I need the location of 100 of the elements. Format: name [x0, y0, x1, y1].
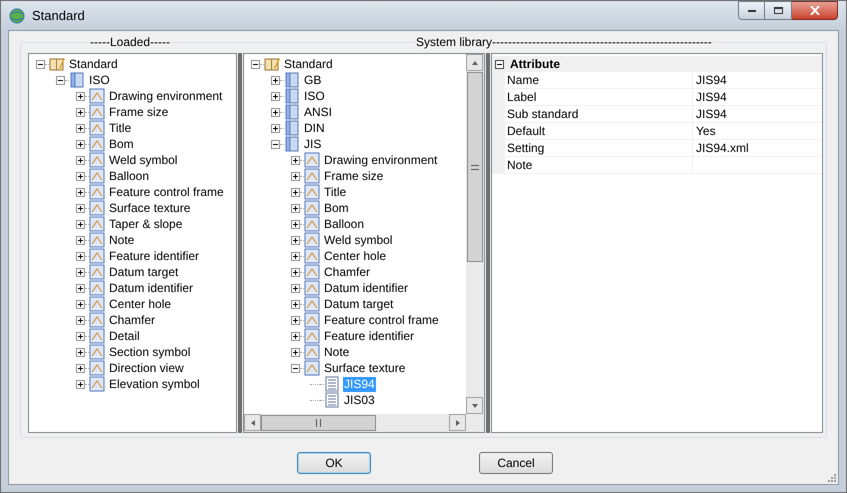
tree-item[interactable]: Detail	[108, 328, 141, 344]
splitter[interactable]	[485, 53, 491, 433]
expand-toggle[interactable]	[290, 268, 300, 276]
property-value[interactable]: JIS94	[693, 89, 822, 105]
vertical-scrollbar[interactable]	[466, 54, 484, 414]
expand-toggle[interactable]	[76, 220, 84, 228]
tree-item[interactable]: Weld symbol	[108, 152, 178, 168]
tree-item[interactable]: Note	[108, 232, 136, 248]
tree-item[interactable]: Note	[323, 344, 350, 360]
property-value[interactable]: JIS94	[693, 72, 822, 88]
expand-toggle[interactable]	[290, 316, 300, 324]
tree-item[interactable]: Frame size	[108, 104, 170, 120]
tree-item[interactable]: Standard	[283, 56, 334, 72]
tree-item[interactable]: Elevation symbol	[108, 376, 201, 392]
expand-toggle[interactable]	[290, 284, 300, 292]
tree-item[interactable]: Direction view	[108, 360, 185, 376]
tree-item[interactable]: Datum identifier	[323, 280, 410, 296]
tree-item[interactable]: Feature identifier	[108, 248, 200, 264]
expand-toggle[interactable]	[76, 252, 84, 260]
expand-toggle[interactable]	[76, 284, 84, 292]
tree-item[interactable]: Datum target	[323, 296, 394, 312]
expand-toggle[interactable]	[290, 332, 300, 340]
tree-item[interactable]: Center hole	[108, 296, 172, 312]
dialog-button[interactable]: Cancel	[479, 452, 553, 474]
expand-toggle[interactable]	[76, 364, 84, 372]
tree-item[interactable]: ISO	[88, 72, 111, 88]
scroll-right-button[interactable]	[449, 414, 466, 431]
tree-item[interactable]: Surface texture	[108, 200, 192, 216]
expand-toggle[interactable]	[76, 380, 84, 388]
expand-toggle[interactable]	[76, 300, 84, 308]
collapse-toggle[interactable]	[495, 60, 504, 68]
expand-toggle[interactable]	[290, 252, 300, 260]
tree-item[interactable]: Frame size	[323, 168, 384, 184]
tree-item[interactable]: JIS	[303, 136, 322, 152]
tree-item[interactable]: Section symbol	[108, 344, 192, 360]
collapse-toggle[interactable]	[56, 76, 64, 84]
tree-item[interactable]: Title	[323, 184, 348, 200]
expand-toggle[interactable]	[76, 316, 84, 324]
expand-toggle[interactable]	[76, 348, 84, 356]
tree-item[interactable]: Bom	[108, 136, 135, 152]
expand-toggle[interactable]	[290, 156, 300, 164]
expand-toggle[interactable]	[290, 204, 300, 212]
tree-item[interactable]: Balloon	[323, 216, 366, 232]
tree-item[interactable]: Surface texture	[323, 360, 406, 376]
expand-toggle[interactable]	[290, 188, 300, 196]
scroll-up-button[interactable]	[466, 54, 483, 71]
tree-item[interactable]: Drawing environment	[323, 152, 438, 168]
expand-toggle[interactable]	[76, 332, 84, 340]
scroll-left-button[interactable]	[244, 414, 261, 431]
expand-toggle[interactable]	[290, 300, 300, 308]
tree-item[interactable]: Feature control frame	[108, 184, 225, 200]
tree-item[interactable]: Datum identifier	[108, 280, 194, 296]
expand-toggle[interactable]	[290, 220, 300, 228]
maximize-button[interactable]	[765, 1, 792, 20]
expand-toggle[interactable]	[76, 188, 84, 196]
collapse-toggle[interactable]	[270, 140, 280, 148]
expand-toggle[interactable]	[290, 236, 300, 244]
horizontal-scrollbar[interactable]	[244, 414, 484, 432]
expand-toggle[interactable]	[76, 124, 84, 132]
expand-toggle[interactable]	[76, 156, 84, 164]
tree-item[interactable]: Balloon	[108, 168, 150, 184]
tree-item[interactable]: ISO	[303, 88, 326, 104]
tree-item[interactable]: Chamfer	[108, 312, 156, 328]
expand-toggle[interactable]	[76, 172, 84, 180]
property-value[interactable]: Yes	[693, 123, 822, 139]
resize-grip-icon[interactable]	[827, 473, 837, 483]
minimize-button[interactable]	[738, 1, 765, 20]
tree-item[interactable]: Drawing environment	[108, 88, 224, 104]
expand-toggle[interactable]	[76, 92, 84, 100]
scroll-thumb[interactable]	[467, 72, 483, 262]
expand-toggle[interactable]	[76, 268, 84, 276]
tree-item[interactable]: Standard	[68, 56, 119, 72]
expand-toggle[interactable]	[290, 172, 300, 180]
tree-item[interactable]: Weld symbol	[323, 232, 394, 248]
tree-item[interactable]: DIN	[303, 120, 326, 136]
category-label[interactable]: Attribute	[510, 55, 560, 73]
tree-item[interactable]: Feature identifier	[323, 328, 416, 344]
property-value[interactable]: JIS94.xml	[693, 140, 822, 156]
splitter[interactable]	[237, 53, 243, 433]
collapse-toggle[interactable]	[250, 60, 260, 68]
tree-item[interactable]: Chamfer	[323, 264, 372, 280]
tree-item[interactable]: Bom	[323, 200, 350, 216]
tree-item[interactable]: Feature control frame	[323, 312, 440, 328]
expand-toggle[interactable]	[270, 108, 280, 116]
tree-item[interactable]: Taper & slope	[108, 216, 184, 232]
scroll-thumb[interactable]	[261, 415, 376, 431]
dialog-button[interactable]: OK	[297, 452, 371, 474]
expand-toggle[interactable]	[270, 92, 280, 100]
expand-toggle[interactable]	[270, 124, 280, 132]
expand-toggle[interactable]	[290, 348, 300, 356]
expand-toggle[interactable]	[76, 140, 84, 148]
scroll-down-button[interactable]	[466, 397, 483, 414]
tree-item[interactable]: ANSI	[303, 104, 334, 120]
tree-item[interactable]: GB	[303, 72, 322, 88]
tree-item[interactable]: Title	[108, 120, 132, 136]
expand-toggle[interactable]	[76, 204, 84, 212]
tree-item[interactable]: Datum target	[108, 264, 180, 280]
tree-item[interactable]: Center hole	[323, 248, 388, 264]
collapse-toggle[interactable]	[36, 60, 44, 68]
close-button[interactable]	[792, 1, 838, 20]
